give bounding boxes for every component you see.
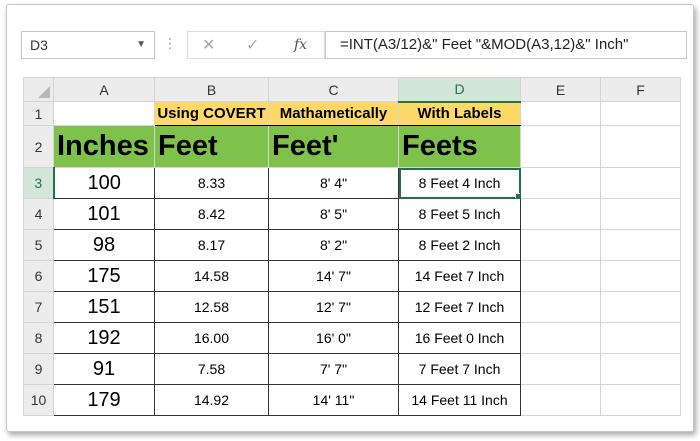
cell-d9[interactable]: 7 Feet 7 Inch — [398, 353, 521, 385]
cell-c6[interactable]: 14' 7" — [268, 260, 399, 292]
formula-bar: D3 ▼ ⋮ ✕ ✓ fx =INT(A3/12)&" Feet "&MOD(A… — [7, 5, 693, 71]
cell-b4[interactable]: 8.42 — [154, 198, 269, 230]
cell-f3[interactable] — [600, 167, 681, 199]
cell-a9[interactable]: 91 — [53, 353, 155, 385]
cell-c8[interactable]: 16' 0" — [268, 322, 399, 354]
row-header-6[interactable]: 6 — [23, 260, 54, 292]
cell-f7[interactable] — [600, 291, 681, 323]
cell-b5[interactable]: 8.17 — [154, 229, 269, 261]
cell-c1[interactable]: Mathametically — [268, 101, 399, 126]
cell-d4[interactable]: 8 Feet 5 Inch — [398, 198, 521, 230]
cell-e7[interactable] — [520, 291, 601, 323]
insert-function-icon[interactable]: fx — [294, 37, 307, 53]
cell-c10[interactable]: 14' 11" — [268, 384, 399, 416]
column-header-f[interactable]: F — [600, 77, 681, 102]
cell-c9[interactable]: 7' 7" — [268, 353, 399, 385]
cell-a7[interactable]: 151 — [53, 291, 155, 323]
cell-c3[interactable]: 8' 4" — [268, 167, 399, 199]
cell-b2[interactable]: Feet — [154, 125, 269, 168]
cell-e8[interactable] — [520, 322, 601, 354]
cancel-icon[interactable]: ✕ — [202, 35, 215, 55]
fill-handle[interactable] — [515, 193, 520, 198]
cell-b9[interactable]: 7.58 — [154, 353, 269, 385]
cell-f4[interactable] — [600, 198, 681, 230]
cell-b1[interactable]: Using COVERT — [154, 101, 269, 126]
cell-b10[interactable]: 14.92 — [154, 384, 269, 416]
cell-a5[interactable]: 98 — [53, 229, 155, 261]
cell-a1[interactable] — [53, 101, 155, 126]
cell-f1[interactable] — [600, 101, 681, 126]
cell-d6[interactable]: 14 Feet 7 Inch — [398, 260, 521, 292]
cell-f8[interactable] — [600, 322, 681, 354]
cell-c2[interactable]: Feet' — [268, 125, 399, 168]
cell-f5[interactable] — [600, 229, 681, 261]
cell-d3-selected[interactable]: 8 Feet 4 Inch — [398, 167, 521, 199]
row-header-8[interactable]: 8 — [23, 322, 54, 354]
cell-b8[interactable]: 16.00 — [154, 322, 269, 354]
enter-check-icon[interactable]: ✓ — [246, 35, 259, 55]
column-header-e[interactable]: E — [520, 77, 601, 102]
row-header-5[interactable]: 5 — [23, 229, 54, 261]
row-header-4[interactable]: 4 — [23, 198, 54, 230]
cell-e10[interactable] — [520, 384, 601, 416]
cell-a10[interactable]: 179 — [53, 384, 155, 416]
cell-a2[interactable]: Inches — [53, 125, 155, 168]
cell-c7[interactable]: 12' 7" — [268, 291, 399, 323]
cell-e9[interactable] — [520, 353, 601, 385]
cell-a4[interactable]: 101 — [53, 198, 155, 230]
cell-d5[interactable]: 8 Feet 2 Inch — [398, 229, 521, 261]
row-header-7[interactable]: 7 — [23, 291, 54, 323]
cell-c5[interactable]: 8' 2" — [268, 229, 399, 261]
cell-f2[interactable] — [600, 125, 681, 168]
formula-input[interactable]: =INT(A3/12)&" Feet "&MOD(A3,12)&" Inch" — [325, 31, 687, 59]
row-header-3[interactable]: 3 — [23, 167, 55, 199]
cell-a6[interactable]: 175 — [53, 260, 155, 292]
cell-b3[interactable]: 8.33 — [154, 167, 269, 199]
cell-d3-value: 8 Feet 4 Inch — [418, 175, 501, 191]
spreadsheet-grid: A B C D E F 1 Using COVERT Mathameticall… — [23, 77, 681, 416]
cell-e2[interactable] — [520, 125, 601, 168]
cell-b6[interactable]: 14.58 — [154, 260, 269, 292]
cell-e4[interactable] — [520, 198, 601, 230]
cell-e5[interactable] — [520, 229, 601, 261]
excel-window: D3 ▼ ⋮ ✕ ✓ fx =INT(A3/12)&" Feet "&MOD(A… — [6, 4, 694, 432]
formula-buttons: ✕ ✓ fx — [187, 31, 325, 59]
name-box[interactable]: D3 ▼ — [21, 31, 155, 59]
cell-d1[interactable]: With Labels — [398, 101, 521, 126]
cell-f9[interactable] — [600, 353, 681, 385]
cell-e3[interactable] — [520, 167, 601, 199]
column-header-b[interactable]: B — [154, 77, 269, 102]
select-all-corner[interactable] — [23, 77, 54, 102]
row-header-10[interactable]: 10 — [23, 384, 54, 416]
cell-d8[interactable]: 16 Feet 0 Inch — [398, 322, 521, 354]
drag-handle-icon[interactable]: ⋮ — [163, 35, 177, 52]
cell-d2[interactable]: Feets — [398, 125, 521, 168]
cell-b7[interactable]: 12.58 — [154, 291, 269, 323]
cell-a8[interactable]: 192 — [53, 322, 155, 354]
cell-e1[interactable] — [520, 101, 601, 126]
cell-d10[interactable]: 14 Feet 11 Inch — [398, 384, 521, 416]
cell-a3[interactable]: 100 — [53, 167, 155, 199]
column-header-a[interactable]: A — [53, 77, 155, 102]
cell-d7[interactable]: 12 Feet 7 Inch — [398, 291, 521, 323]
column-header-c[interactable]: C — [268, 77, 399, 102]
column-header-d[interactable]: D — [398, 77, 521, 103]
name-box-value: D3 — [30, 37, 48, 53]
chevron-down-icon[interactable]: ▼ — [136, 32, 146, 58]
cell-e6[interactable] — [520, 260, 601, 292]
cell-c4[interactable]: 8' 5" — [268, 198, 399, 230]
row-header-2[interactable]: 2 — [23, 125, 54, 168]
row-header-1[interactable]: 1 — [23, 101, 54, 126]
cell-f6[interactable] — [600, 260, 681, 292]
cell-f10[interactable] — [600, 384, 681, 416]
row-header-9[interactable]: 9 — [23, 353, 54, 385]
